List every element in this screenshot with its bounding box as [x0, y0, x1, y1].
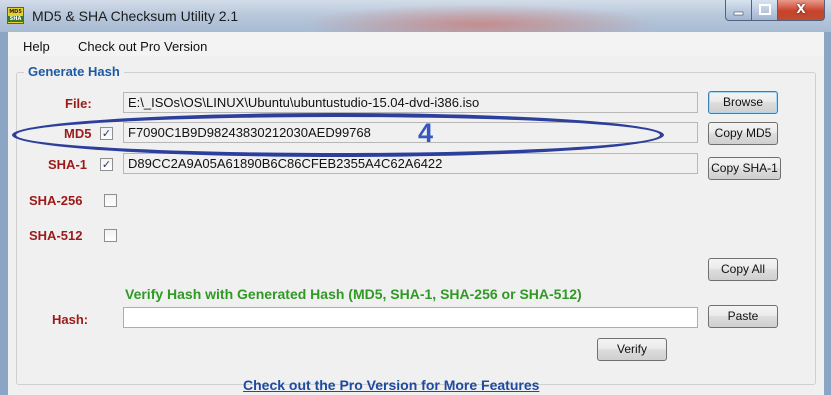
sha1-label: SHA-1	[48, 157, 88, 172]
verify-button[interactable]: Verify	[597, 338, 667, 361]
sha512-checkbox[interactable]	[104, 229, 117, 242]
paste-button[interactable]: Paste	[708, 305, 778, 328]
highlight-oval	[12, 113, 664, 157]
app-icon: MD5 SHA	[7, 7, 24, 24]
app-icon-sha-text: SHA	[8, 16, 23, 22]
sha512-label: SHA-512	[29, 228, 83, 243]
menu-check-out-pro[interactable]: Check out Pro Version	[78, 39, 207, 54]
annotation-number: 4	[418, 118, 434, 148]
sha1-checkbox[interactable]: ✓	[100, 158, 113, 171]
hash-input[interactable]	[123, 307, 698, 328]
menu-help[interactable]: Help	[23, 39, 50, 54]
background-blur	[300, 4, 660, 32]
title-bar: MD5 SHA MD5 & SHA Checksum Utility 2.1 X	[0, 0, 831, 32]
verify-section-title: Verify Hash with Generated Hash (MD5, SH…	[125, 286, 582, 302]
browse-button[interactable]: Browse	[708, 91, 778, 114]
file-label: File:	[65, 96, 92, 111]
menu-bar: Help Check out Pro Version	[8, 32, 824, 56]
window-controls: X	[725, 0, 825, 22]
copy-all-button[interactable]: Copy All	[708, 258, 778, 281]
checkmark-icon: ✓	[101, 158, 112, 171]
maximize-button[interactable]	[752, 0, 778, 21]
sha256-checkbox[interactable]	[104, 194, 117, 207]
main-window: Help Check out Pro Version Generate Hash…	[8, 32, 824, 395]
app-icon-md5-text: MD5	[9, 9, 22, 15]
sha256-label: SHA-256	[29, 193, 83, 208]
maximize-icon	[758, 4, 771, 15]
window-title: MD5 & SHA Checksum Utility 2.1	[32, 8, 239, 24]
pro-version-link[interactable]: Check out the Pro Version for More Featu…	[243, 377, 539, 393]
close-icon: X	[796, 2, 806, 16]
close-button[interactable]: X	[778, 0, 825, 21]
copy-md5-button[interactable]: Copy MD5	[708, 122, 778, 145]
hash-label: Hash:	[52, 312, 89, 327]
generate-hash-legend: Generate Hash	[24, 64, 124, 79]
minimize-icon	[733, 11, 744, 16]
file-path-field[interactable]: E:\_ISOs\OS\LINUX\Ubuntu\ubuntustudio-15…	[123, 92, 698, 113]
copy-sha1-button[interactable]: Copy SHA-1	[708, 157, 781, 180]
minimize-button[interactable]	[725, 0, 752, 21]
